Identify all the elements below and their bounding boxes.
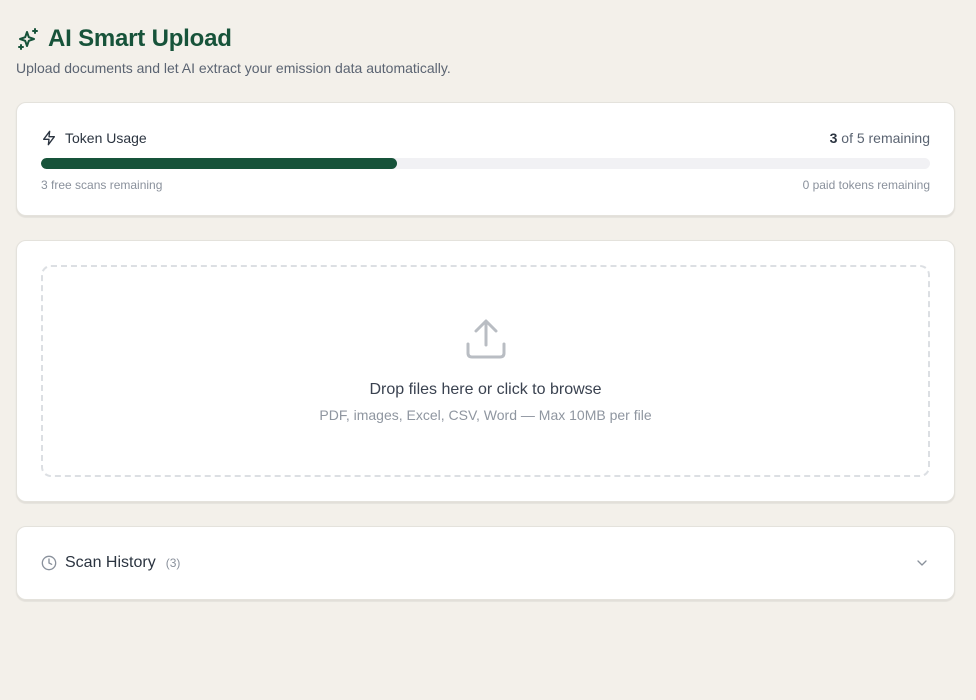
token-remaining-suffix: of 5 remaining bbox=[841, 130, 930, 146]
token-remaining-number: 3 bbox=[829, 130, 838, 146]
token-usage-header: Token Usage 3 of 5 remaining bbox=[41, 129, 930, 147]
free-scans-text: 3 free scans remaining bbox=[41, 178, 163, 192]
paid-tokens-text: 0 paid tokens remaining bbox=[802, 178, 930, 192]
upload-card: Drop files here or click to browse PDF, … bbox=[16, 240, 955, 502]
clock-icon bbox=[41, 555, 57, 571]
chevron-down-icon[interactable] bbox=[914, 555, 930, 571]
scan-history-label-group: Scan History (3) bbox=[41, 554, 180, 572]
scan-history-count: (3) bbox=[165, 556, 181, 570]
token-usage-label-group: Token Usage bbox=[41, 130, 147, 146]
token-progress-fill bbox=[41, 158, 397, 169]
page-subtitle: Upload documents and let AI extract your… bbox=[16, 60, 451, 76]
token-usage-card: Token Usage 3 of 5 remaining 3 free scan… bbox=[16, 102, 955, 216]
page-header: AI Smart Upload Upload documents and let… bbox=[16, 24, 960, 76]
token-remaining-count: 3 of 5 remaining bbox=[830, 130, 930, 146]
scan-history-title: Scan History bbox=[65, 554, 156, 571]
token-progress-track bbox=[41, 158, 930, 169]
file-dropzone[interactable]: Drop files here or click to browse PDF, … bbox=[41, 265, 930, 477]
title-row: AI Smart Upload bbox=[16, 24, 960, 54]
dropzone-title: Drop files here or click to browse bbox=[369, 381, 602, 398]
dropzone-hint: PDF, images, Excel, CSV, Word — Max 10MB… bbox=[319, 407, 652, 423]
page: AI Smart Upload Upload documents and let… bbox=[0, 0, 976, 700]
token-usage-label: Token Usage bbox=[65, 130, 147, 146]
page-title: AI Smart Upload bbox=[48, 25, 232, 52]
sparkles-icon bbox=[16, 27, 40, 51]
lightning-icon bbox=[41, 130, 57, 146]
upload-icon bbox=[464, 317, 508, 361]
token-usage-footer: 3 free scans remaining 0 paid tokens rem… bbox=[41, 178, 930, 192]
scan-history-toggle[interactable]: Scan History (3) bbox=[16, 526, 955, 600]
